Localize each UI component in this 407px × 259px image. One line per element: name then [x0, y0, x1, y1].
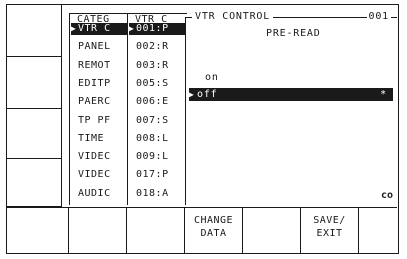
category-item[interactable]: TP PF	[71, 115, 127, 127]
item-label: 018:A	[136, 187, 169, 199]
bottom-softkey-1[interactable]	[7, 208, 69, 253]
option-off[interactable]: ▶ off *	[189, 88, 393, 101]
item-label: 007:S	[136, 114, 169, 126]
bottom-softkey-3[interactable]	[127, 208, 185, 253]
save-exit-button[interactable]: SAVE/ EXIT	[301, 208, 359, 253]
item-label: VIDEC	[78, 151, 111, 163]
setup-screen: CATEG ▶ VTR C PANEL REMOT EDITP PAERC TP PF TIM…	[6, 4, 399, 254]
category-panel: CATEG ▶ VTR C PANEL REMOT EDITP PAERC TP PF TIM…	[69, 13, 127, 205]
item-label: PAERC	[78, 96, 111, 108]
category-item[interactable]: PAERC	[71, 96, 127, 108]
selection-arrow-icon: ▶	[189, 90, 195, 99]
left-softkey-1[interactable]	[7, 5, 62, 57]
item-label: 002:R	[136, 41, 169, 53]
bottom-softkey-5[interactable]	[243, 208, 301, 253]
change-data-line-2: DATA	[200, 228, 227, 239]
category-item[interactable]: EDITP	[71, 78, 127, 90]
vtr-item[interactable]: 017:P	[129, 169, 185, 181]
category-item[interactable]: REMOT	[71, 60, 127, 72]
item-label: VIDEC	[78, 169, 111, 181]
item-label: 009:L	[136, 151, 169, 163]
change-data-line-1: CHANGE	[193, 215, 234, 226]
scroll-indicator-icon: co	[380, 190, 393, 201]
option-on-label: on	[205, 72, 219, 83]
item-label: TIME	[78, 132, 105, 144]
bottom-softkey-2[interactable]	[69, 208, 127, 253]
left-softkey-4[interactable]	[7, 159, 62, 207]
selection-arrow-icon: ▶	[129, 24, 135, 33]
vtr-item[interactable]: 006:E	[129, 96, 185, 108]
current-value-asterisk: *	[380, 89, 387, 100]
save-exit-line-1: SAVE/	[313, 215, 346, 226]
vtr-control-panel: VTR CONTROL 001 PRE-READ on ▶ off * co	[185, 11, 397, 205]
item-label: PANEL	[78, 41, 111, 53]
category-item[interactable]: TIME	[71, 133, 127, 145]
option-off-label: off	[197, 89, 218, 100]
category-item[interactable]: VIDEC	[71, 151, 127, 163]
item-label: 017:P	[136, 169, 169, 181]
category-item[interactable]: PANEL	[71, 41, 127, 53]
vtr-item[interactable]: 005:S	[129, 78, 185, 90]
category-item[interactable]: ▶ VTR C	[71, 23, 127, 35]
item-label: AUDIC	[78, 187, 111, 199]
category-item[interactable]: AUDIC	[71, 188, 127, 200]
item-label: 001:P	[136, 23, 169, 34]
vtr-item[interactable]: 018:A	[129, 188, 185, 200]
vtr-item[interactable]: 008:L	[129, 133, 185, 145]
vtr-item[interactable]: ▶ 001:P	[129, 23, 185, 35]
vtr-control-number: 001	[366, 11, 391, 23]
selection-arrow-icon: ▶	[71, 24, 77, 33]
bottom-softkey-7[interactable]	[359, 208, 397, 253]
category-item[interactable]: VIDEC	[71, 169, 127, 181]
vtr-control-subtitle: PRE-READ	[266, 28, 321, 39]
vtr-item[interactable]: 002:R	[129, 41, 185, 53]
vtr-item[interactable]: 009:L	[129, 151, 185, 163]
bottom-softkey-row: CHANGE DATA SAVE/ EXIT	[7, 207, 397, 253]
left-softkey-3[interactable]	[7, 109, 62, 159]
item-panel: VTR C ▶ 001:P 002:R 003:R 005:S 006:E 007:S 008…	[127, 13, 187, 205]
item-label: TP PF	[78, 114, 111, 126]
item-label: 008:L	[136, 132, 169, 144]
item-label: 006:E	[136, 96, 169, 108]
vtr-control-title: VTR CONTROL	[192, 11, 274, 23]
item-label: VTR C	[78, 23, 111, 34]
item-label: REMOT	[78, 59, 111, 71]
item-label: EDITP	[78, 77, 111, 89]
item-label: 005:S	[136, 77, 169, 89]
vtr-item[interactable]: 007:S	[129, 115, 185, 127]
change-data-button[interactable]: CHANGE DATA	[185, 208, 243, 253]
option-on[interactable]: on	[189, 71, 393, 84]
vtr-item[interactable]: 003:R	[129, 60, 185, 72]
item-label: 003:R	[136, 59, 169, 71]
left-softkey-2[interactable]	[7, 57, 62, 109]
save-exit-line-2: EXIT	[316, 228, 343, 239]
